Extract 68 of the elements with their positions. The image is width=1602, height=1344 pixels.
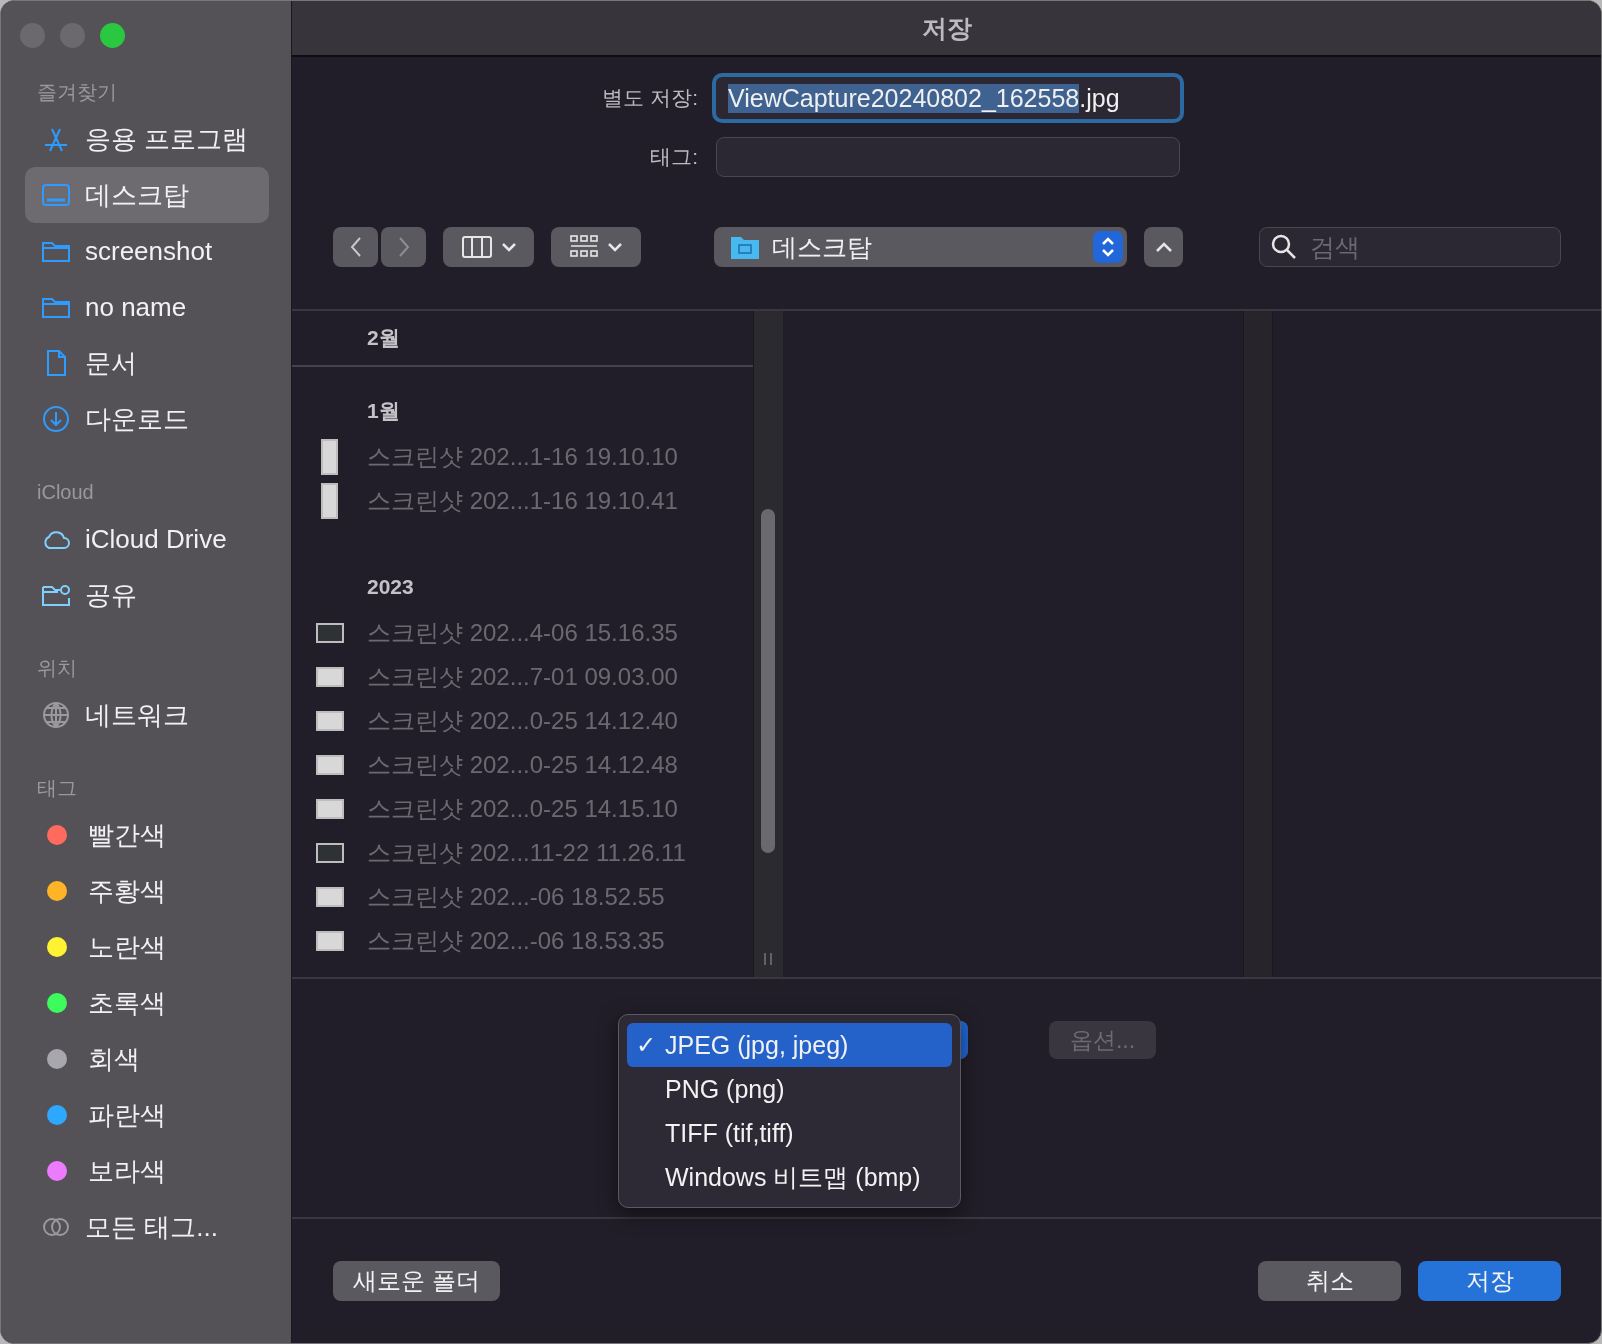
sidebar-item[interactable]: 주황색 xyxy=(25,863,269,919)
sidebar-section-heading: 위치 xyxy=(36,656,78,681)
chevron-up-icon xyxy=(1155,242,1172,252)
grid-icon xyxy=(570,235,598,259)
image-thumbnail xyxy=(315,755,344,775)
chevron-down-icon xyxy=(608,242,622,252)
forward-button[interactable] xyxy=(381,227,426,267)
group-heading: 2월 xyxy=(367,325,400,351)
sidebar-item[interactable]: 빨간색 xyxy=(25,807,269,863)
sidebar-item[interactable]: 파란색 xyxy=(25,1087,269,1143)
field-label: 별도 저장: xyxy=(602,85,698,111)
image-thumbnail xyxy=(315,843,344,863)
image-thumbnail xyxy=(315,667,344,687)
format-menu-item[interactable]: ✓ JPEG (jpg, jpeg) xyxy=(627,1023,952,1067)
group-heading: 2023 xyxy=(367,575,414,599)
chevron-left-icon xyxy=(349,236,362,258)
desktop-folder-icon xyxy=(730,234,760,260)
columns-icon xyxy=(461,236,492,258)
sidebar-item[interactable]: 다운로드 xyxy=(25,391,269,447)
window-title: 저장 xyxy=(921,12,972,44)
globe-icon xyxy=(41,700,71,730)
image-thumbnail xyxy=(315,887,344,907)
back-button[interactable] xyxy=(333,227,378,267)
group-view-button[interactable] xyxy=(551,227,641,267)
search-field[interactable]: 검색 xyxy=(1259,227,1561,267)
filename-field[interactable]: ViewCapture20240802_162558.jpg xyxy=(712,73,1184,123)
download-icon xyxy=(41,404,71,434)
sidebar-section-heading: iCloud xyxy=(36,480,95,505)
sidebar-item[interactable]: 회색 xyxy=(25,1031,269,1087)
scrollbar-thumb[interactable] xyxy=(761,509,775,853)
sidebar-item[interactable]: no name xyxy=(25,279,269,335)
format-menu-item[interactable]: Windows 비트맵 (bmp) xyxy=(627,1155,952,1199)
field-label: 태그: xyxy=(650,144,698,170)
sidebar-item[interactable]: 문서 xyxy=(25,335,269,391)
column-resize-handle-icon[interactable] xyxy=(764,953,772,965)
save-button[interactable]: 저장 xyxy=(1418,1261,1561,1301)
sidebar-item[interactable]: 공유 xyxy=(25,567,269,623)
sidebar-item[interactable]: iCloud Drive xyxy=(25,511,269,567)
image-thumbnail xyxy=(315,623,344,643)
image-thumbnail xyxy=(315,711,344,731)
sidebar-section-heading: 태그 xyxy=(36,776,78,801)
sidebar-item[interactable]: 보라색 xyxy=(25,1143,269,1199)
search-icon xyxy=(1271,234,1297,260)
sidebar-item[interactable]: 응용 프로그램 xyxy=(25,111,269,167)
sidebar-item[interactable]: 노란색 xyxy=(25,919,269,975)
parent-folder-button[interactable] xyxy=(1144,227,1183,267)
sidebar-item[interactable]: 데스크탑 xyxy=(25,167,269,223)
sidebar-item[interactable]: screenshot xyxy=(25,223,269,279)
stepper-icon xyxy=(1093,231,1123,263)
sidebar-item[interactable]: 네트워크 xyxy=(25,687,269,743)
image-thumbnail xyxy=(321,439,338,475)
image-thumbnail xyxy=(315,799,344,819)
sidebar-section-heading: 즐겨찾기 xyxy=(36,80,118,105)
image-thumbnail xyxy=(315,931,344,951)
format-menu-item[interactable]: PNG (png) xyxy=(627,1067,952,1111)
new-folder-button[interactable]: 새로운 폴더 xyxy=(333,1261,500,1301)
format-menu-item[interactable]: TIFF (tif,tiff) xyxy=(627,1111,952,1155)
cancel-button[interactable]: 취소 xyxy=(1258,1261,1401,1301)
image-thumbnail xyxy=(321,483,338,519)
sidebar-item[interactable]: 모든 태그... xyxy=(25,1199,269,1255)
chevron-right-icon xyxy=(397,236,410,258)
chevron-down-icon xyxy=(501,242,516,252)
location-popup[interactable]: 데스크탑 xyxy=(714,227,1127,267)
zoom-window-button[interactable] xyxy=(100,22,125,48)
tags-field[interactable] xyxy=(716,137,1180,177)
sidebar-item[interactable]: 초록색 xyxy=(25,975,269,1031)
column-view-button[interactable] xyxy=(443,227,534,267)
group-heading: 1월 xyxy=(367,398,400,424)
